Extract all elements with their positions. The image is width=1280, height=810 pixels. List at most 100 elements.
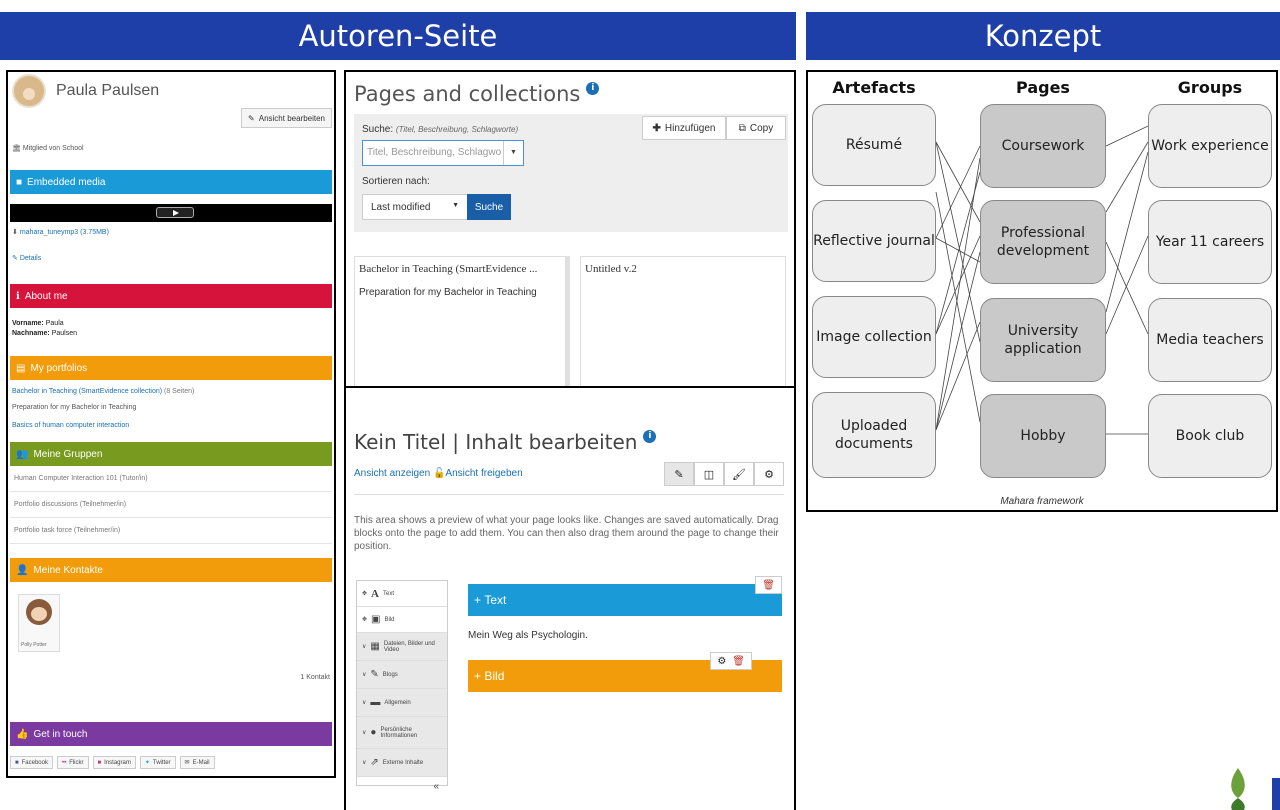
palette-label: Persönliche Informationen bbox=[380, 726, 418, 739]
social-label: Facebook bbox=[21, 759, 48, 766]
move-icon: ✥ bbox=[362, 617, 368, 623]
avatar[interactable] bbox=[12, 74, 46, 108]
flickr-button[interactable]: •• Flickr bbox=[56, 756, 89, 769]
column-header-pages: Pages bbox=[1016, 78, 1070, 97]
image-block-title: Bild bbox=[484, 669, 505, 683]
palette-item-external[interactable]: ∨ ⇗ Externe Inhalte bbox=[357, 749, 447, 777]
search-label: Suche: (Titel, Beschreibung, Schlagworte… bbox=[362, 124, 518, 135]
gear-icon[interactable]: ⚙ bbox=[717, 656, 726, 667]
group-node: Work experience bbox=[1148, 104, 1272, 188]
contact-card[interactable]: Polly Potter bbox=[18, 594, 60, 652]
chevron-down-icon[interactable]: ▼ bbox=[503, 141, 523, 165]
search-button[interactable]: Suche bbox=[467, 194, 511, 220]
media-player[interactable] bbox=[10, 204, 332, 222]
social-label: Instagram bbox=[104, 759, 131, 766]
leaf-logo-icon bbox=[1231, 768, 1245, 810]
palette-item-general[interactable]: ∨ ▬ Allgemein bbox=[357, 689, 447, 717]
collection-card[interactable]: Bachelor in Teaching (SmartEvidence ... … bbox=[354, 256, 566, 388]
details-link[interactable]: ✎ Details bbox=[12, 254, 41, 262]
social-label: E-Mail bbox=[192, 759, 210, 766]
facebook-button[interactable]: ■ Facebook bbox=[10, 756, 53, 769]
embedded-media-header: ■ Embedded media bbox=[10, 170, 332, 194]
card-title[interactable]: Bachelor in Teaching (SmartEvidence ... bbox=[359, 263, 537, 275]
copy-button[interactable]: ⧉ Copy bbox=[726, 116, 786, 140]
share-link[interactable]: Ansicht freigeben bbox=[445, 468, 522, 479]
details-label[interactable]: Details bbox=[20, 255, 41, 262]
palette-item-text[interactable]: ✥ A Text bbox=[357, 581, 447, 607]
list-item[interactable]: Portfolio discussions (Teilnehmer/in) bbox=[10, 492, 332, 518]
move-icon: ✥ bbox=[362, 591, 368, 597]
flickr-icon: •• bbox=[61, 759, 67, 766]
group-name[interactable]: Human Computer Interaction 101 bbox=[14, 475, 118, 482]
editor-title-text: Kein Titel | Inhalt bearbeiten bbox=[354, 430, 638, 454]
search-panel: Suche: (Titel, Beschreibung, Schlagworte… bbox=[354, 114, 788, 232]
twitter-icon: ✦ bbox=[144, 760, 150, 766]
page-node: Hobby bbox=[980, 394, 1106, 478]
collapse-palette-button[interactable]: « bbox=[357, 777, 447, 792]
list-item[interactable]: Portfolio task force (Teilnehmer/in) bbox=[10, 518, 332, 544]
email-button[interactable]: ✉ E-Mail bbox=[179, 756, 215, 769]
text-block-header[interactable]: + Text 🗑 bbox=[468, 576, 782, 616]
portfolio-1-title[interactable]: Bachelor in Teaching (SmartEvidence coll… bbox=[12, 388, 162, 395]
palette-item-personal[interactable]: ∨ ● Persönliche Informationen bbox=[357, 717, 447, 749]
user-icon: ● bbox=[370, 727, 377, 738]
group-name[interactable]: Portfolio task force bbox=[14, 527, 72, 534]
contact-count: 1 Kontakt bbox=[300, 674, 330, 681]
palette-label: Externe Inhalte bbox=[382, 759, 424, 766]
portfolio-link-1[interactable]: Bachelor in Teaching (SmartEvidence coll… bbox=[12, 388, 194, 395]
group-role: (Teilnehmer/in) bbox=[73, 527, 121, 534]
media-file[interactable]: ⬇ mahara_tuneymp3 (3.75MB) bbox=[12, 228, 109, 236]
film-icon: ▦ bbox=[370, 641, 380, 652]
theme-tab[interactable]: 🖌 bbox=[724, 462, 754, 486]
lastname-row: Nachname: Paulsen bbox=[12, 330, 77, 337]
editor-links: Ansicht anzeigen 🔓Ansicht freigeben bbox=[354, 468, 523, 479]
info-icon[interactable]: i bbox=[586, 82, 600, 95]
block-palette: ✥ A Text ✥ ▣ Bild ∨ ▦ Dateien, Bilder und Vide… bbox=[356, 580, 448, 792]
page-node: University application bbox=[980, 298, 1106, 382]
sort-select[interactable]: Last modified ▼ bbox=[362, 194, 468, 220]
instagram-button[interactable]: ■ Instagram bbox=[92, 756, 136, 769]
chevron-down-icon: ▼ bbox=[452, 202, 459, 209]
concept-diagram: Artefacts Pages Groups Résumé Reflective… bbox=[806, 70, 1278, 512]
group-role: (Teilnehmer/in) bbox=[79, 501, 127, 508]
palette-item-image[interactable]: ✥ ▣ Bild bbox=[357, 607, 447, 633]
settings-tab[interactable]: ⚙ bbox=[754, 462, 784, 486]
trash-icon[interactable]: 🗑 bbox=[732, 656, 745, 667]
external-link-icon: ⇗ bbox=[370, 757, 379, 768]
edit-content-tab[interactable]: ✎ bbox=[664, 462, 694, 486]
view-link[interactable]: Ansicht anzeigen bbox=[354, 468, 430, 479]
palette-label: Bild bbox=[384, 616, 395, 623]
layout-tab[interactable]: ◫ bbox=[694, 462, 724, 486]
twitter-button[interactable]: ✦ Twitter bbox=[139, 756, 176, 769]
chevron-down-icon: ∨ bbox=[362, 700, 367, 706]
pencil-icon: ✎ bbox=[370, 669, 379, 680]
play-button[interactable] bbox=[156, 207, 194, 218]
firstname-row: Vorname: Paula bbox=[12, 320, 64, 327]
search-input[interactable]: Titel, Beschreibung, Schlagwo ▼ bbox=[362, 140, 524, 166]
text-block-title: Text bbox=[484, 593, 507, 607]
columns-icon: ◫ bbox=[703, 468, 715, 481]
social-links: ■ Facebook •• Flickr ■ Instagram ✦ Twitter ✉… bbox=[10, 756, 215, 769]
image-block-header[interactable]: + Bild ⚙ 🗑 bbox=[468, 652, 782, 692]
group-name[interactable]: Portfolio discussions bbox=[14, 501, 78, 508]
info-icon[interactable]: i bbox=[643, 430, 657, 443]
video-icon: ■ bbox=[16, 176, 23, 188]
page-node: Professional development bbox=[980, 200, 1106, 284]
media-file-link[interactable]: mahara_tuneymp3 (3.75MB) bbox=[20, 229, 109, 236]
edit-view-button[interactable]: ✎ Ansicht bearbeiten bbox=[241, 108, 332, 128]
add-button-label: Hinzufügen bbox=[664, 122, 716, 134]
trash-icon[interactable]: 🗑 bbox=[762, 580, 775, 591]
page-card[interactable]: Untitled v.2 bbox=[580, 256, 786, 388]
brush-icon: 🖌 bbox=[732, 468, 746, 481]
card-title[interactable]: Untitled v.2 bbox=[585, 263, 637, 275]
list-item[interactable]: Human Computer Interaction 101 (Tutor/in… bbox=[10, 466, 332, 492]
palette-item-files[interactable]: ∨ ▦ Dateien, Bilder und Video bbox=[357, 633, 447, 661]
profile-panel: Paula Paulsen ✎ Ansicht bearbeiten 🏛 Mit… bbox=[6, 70, 336, 778]
my-portfolios-header: ▤ My portfolios bbox=[10, 356, 332, 380]
palette-item-blogs[interactable]: ∨ ✎ Blogs bbox=[357, 661, 447, 689]
portfolio-link-2[interactable]: Basics of human computer interaction bbox=[12, 422, 129, 429]
card-description: Preparation for my Bachelor in Teaching bbox=[359, 287, 537, 298]
block-controls: ⚙ 🗑 bbox=[710, 652, 752, 670]
add-button[interactable]: ✚ Hinzufügen bbox=[642, 116, 726, 140]
connector-line bbox=[935, 251, 981, 431]
